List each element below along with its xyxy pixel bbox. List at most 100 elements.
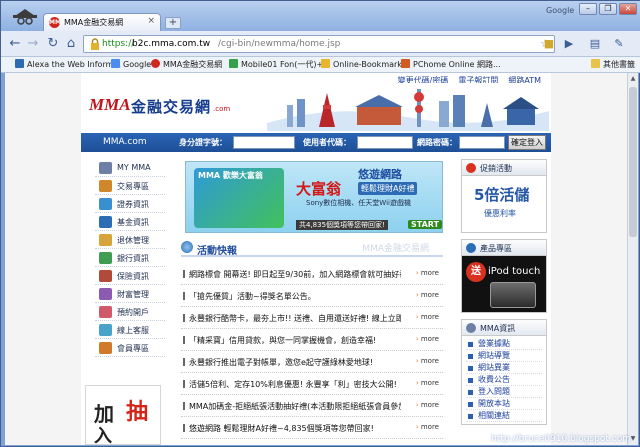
mma-link-related[interactable]: 相關連結 xyxy=(466,410,542,422)
security-lock-icon[interactable]: ■ xyxy=(541,36,557,52)
bookmark-google[interactable]: Google xyxy=(111,59,151,69)
news-list: 網路標會 開幕送! 即日起至9/30前，加入網路標會就可抽好禮喔! › more … xyxy=(181,263,443,439)
list-item[interactable]: 悠遊網路 輕鬆理財A好禮~4,835個獎項等您帶回家! › more xyxy=(181,417,443,439)
news-text[interactable]: MMA加碼金-拒絕紙張活動抽好禮(本活動限拒絕紙張會員參加) xyxy=(189,401,401,412)
join-draw-promo[interactable]: 加 抽 入 xyxy=(85,385,161,445)
nav-members[interactable]: 會員專區 xyxy=(95,339,165,357)
page-menu-icon[interactable]: ▤ xyxy=(587,36,603,52)
news-text[interactable]: 活儲5倍利、定存10%利息優惠! 永豐享「利」密技大公開! xyxy=(189,379,401,390)
play-icon[interactable]: ▶ xyxy=(561,36,577,52)
products-box: 產品專區 送 iPod touch xyxy=(461,239,547,313)
bookmark-mobile01[interactable]: Mobile01 Fon(一代)+... xyxy=(229,59,331,70)
reload-icon[interactable]: ↻ xyxy=(45,36,61,52)
nav-funds[interactable]: 基金資訊 xyxy=(95,213,165,231)
list-item[interactable]: 網路標會 開幕送! 即日起至9/30前，加入網路標會就可抽好禮喔! › more xyxy=(181,263,443,285)
address-bar[interactable]: https:// b2c.mma.com.tw /cgi-bin/newmma/… xyxy=(83,35,555,53)
mma-link-login-help[interactable]: 登入問題 xyxy=(466,386,542,398)
folder-icon xyxy=(591,59,600,68)
scroll-up-icon[interactable]: ▲ xyxy=(629,74,637,84)
close-window-button[interactable]: ✕ xyxy=(619,3,637,15)
ipod-promo[interactable]: 送 iPod touch xyxy=(462,256,546,312)
more-link[interactable]: › more xyxy=(416,269,439,277)
mma-site: 變更代碼/密碼 電子報訂閱 網路ATM MMA 金融交易網 .com MMA.c… xyxy=(81,73,551,445)
minimize-button[interactable]: – xyxy=(579,3,597,15)
news-text[interactable]: 「精采寶」信用貸款，與您一同掌握機會，創造幸福! xyxy=(189,335,401,346)
news-text[interactable]: 網路標會 開幕送! 即日起至9/30前，加入網路標會就可抽好禮喔! xyxy=(189,269,401,280)
favicon-icon: MMA xyxy=(49,17,66,28)
list-item[interactable]: MMA加碼金-拒絕紙張活動抽好禮(本活動限拒絕紙張會員參加) › more xyxy=(181,395,443,417)
nav-trading[interactable]: 交易專區 xyxy=(95,177,165,195)
list-item[interactable]: 「精采寶」信用貸款，與您一同掌握機會，創造幸福! › more xyxy=(181,329,443,351)
news-text[interactable]: 「搶先優質」活動~得獎名單公告。 xyxy=(189,291,401,302)
more-link[interactable]: › more xyxy=(416,401,439,409)
list-item[interactable]: 永豐銀行酷幣卡，最夯上市!! 送禮、自用還送好禮! 線上立即購買GO~ › mor… xyxy=(181,307,443,329)
nav-label: MY MMA xyxy=(117,163,151,172)
more-link[interactable]: › more xyxy=(416,357,439,365)
bookmark-alexa[interactable]: Alexa the Web Inform... xyxy=(15,59,121,69)
nav-my-mma[interactable]: MY MMA xyxy=(95,159,165,177)
savings-rate-promo[interactable]: 5倍活儲 優惠利率 xyxy=(462,176,546,232)
nav-label: 線上客服 xyxy=(117,326,149,335)
incognito-icon xyxy=(13,9,37,25)
id-number-field[interactable] xyxy=(233,136,295,149)
bookmark-pchome[interactable]: PChome Online 網路... xyxy=(401,59,501,70)
more-label: more xyxy=(420,379,439,387)
more-link[interactable]: › more xyxy=(416,335,439,343)
mma-link-sitemap[interactable]: 網站導覽 xyxy=(466,350,542,362)
scroll-thumb[interactable] xyxy=(629,87,637,237)
wrench-icon[interactable]: ✎ xyxy=(611,36,627,52)
nav-wealth[interactable]: 財富管理 xyxy=(95,285,165,303)
logo-dotcom: .com xyxy=(213,105,231,113)
password-field[interactable] xyxy=(459,136,505,149)
bullet-icon xyxy=(183,380,185,388)
products-box-header: 產品專區 xyxy=(462,240,546,256)
tab-close-icon[interactable]: × xyxy=(147,16,155,26)
bookmark-online-bookmarks[interactable]: Online-Bookmarks xyxy=(321,59,406,69)
list-item[interactable]: 永豐銀行推出電子對帳單，邀您e起守護綠林愛地球! › more xyxy=(181,351,443,373)
forward-arrow-icon[interactable]: → xyxy=(25,36,41,52)
more-link[interactable]: › more xyxy=(416,291,439,299)
mma-link-fees[interactable]: 收費公告 xyxy=(466,374,542,386)
news-text[interactable]: 永豐銀行推出電子對帳單，邀您e起守護綠林愛地球! xyxy=(189,357,401,368)
bookmark-label: Online-Bookmarks xyxy=(333,60,407,69)
nav-banking[interactable]: 銀行資訊 xyxy=(95,249,165,267)
more-label: more xyxy=(420,401,439,409)
bullet-icon xyxy=(183,402,185,410)
bookmarks-bar: Alexa the Web Inform... Google MMA金融交易網 … xyxy=(1,57,640,73)
logo-mma[interactable]: MMA xyxy=(89,95,131,115)
mma-link-open[interactable]: 開放本站 xyxy=(466,398,542,410)
trading-icon xyxy=(99,180,112,192)
nav-insurance[interactable]: 保險資訊 xyxy=(95,267,165,285)
page-scrollbar[interactable]: ▲ ▼ xyxy=(627,73,638,445)
bookmark-mma[interactable]: MMA金融交易網 xyxy=(151,59,222,70)
blog-watermark: http://bruce0910.blogspot.com xyxy=(491,434,631,444)
mma-link-partners[interactable]: 網站異業 xyxy=(466,362,542,374)
news-text[interactable]: 永豐銀行酷幣卡，最夯上市!! 送禮、自用還送好禮! 線上立即購買GO~ xyxy=(189,313,401,324)
more-link[interactable]: › more xyxy=(416,313,439,321)
other-bookmarks-label: 其他書籤 xyxy=(603,60,635,69)
other-bookmarks[interactable]: 其他書籤 xyxy=(591,59,635,70)
mma-link-branches[interactable]: 營業據點 xyxy=(466,338,542,350)
logo-name[interactable]: 金融交易網 xyxy=(131,96,211,117)
maximize-button[interactable]: ❐ xyxy=(599,3,617,15)
list-item[interactable]: 「搶先優質」活動~得獎名單公告。 › more xyxy=(181,285,443,307)
bullet-icon xyxy=(183,270,185,278)
back-arrow-icon[interactable]: ← xyxy=(7,36,23,52)
news-text[interactable]: 悠遊網路 輕鬆理財A好禮~4,835個獎項等您帶回家! xyxy=(189,423,401,434)
home-icon[interactable]: ⌂ xyxy=(63,36,79,52)
id-number-label: 身分證字號： xyxy=(179,138,227,147)
nav-support[interactable]: 線上客服 xyxy=(95,321,165,339)
more-link[interactable]: › more xyxy=(416,379,439,387)
banner-start-button[interactable]: START xyxy=(408,220,442,229)
new-tab-button[interactable]: + xyxy=(165,17,181,29)
list-item[interactable]: 活儲5倍利、定存10%利息優惠! 永豐享「利」密技大公開! › more xyxy=(181,373,443,395)
tab-mma[interactable]: MMA MMA金融交易網 × xyxy=(43,13,161,31)
user-code-field[interactable] xyxy=(357,136,413,149)
promo-icon xyxy=(466,163,476,173)
nav-open-account[interactable]: 預約開戶 xyxy=(95,303,165,321)
nav-retirement[interactable]: 退休管理 xyxy=(95,231,165,249)
more-link[interactable]: › more xyxy=(416,423,439,431)
login-button[interactable]: 確定登入 xyxy=(508,135,546,150)
monopoly-banner[interactable]: MMA 歡樂大富翁 大富翁 悠遊網路 輕鬆理財A好禮 Sony數位相機、任天堂W… xyxy=(185,161,443,233)
nav-securities[interactable]: 證券資訊 xyxy=(95,195,165,213)
